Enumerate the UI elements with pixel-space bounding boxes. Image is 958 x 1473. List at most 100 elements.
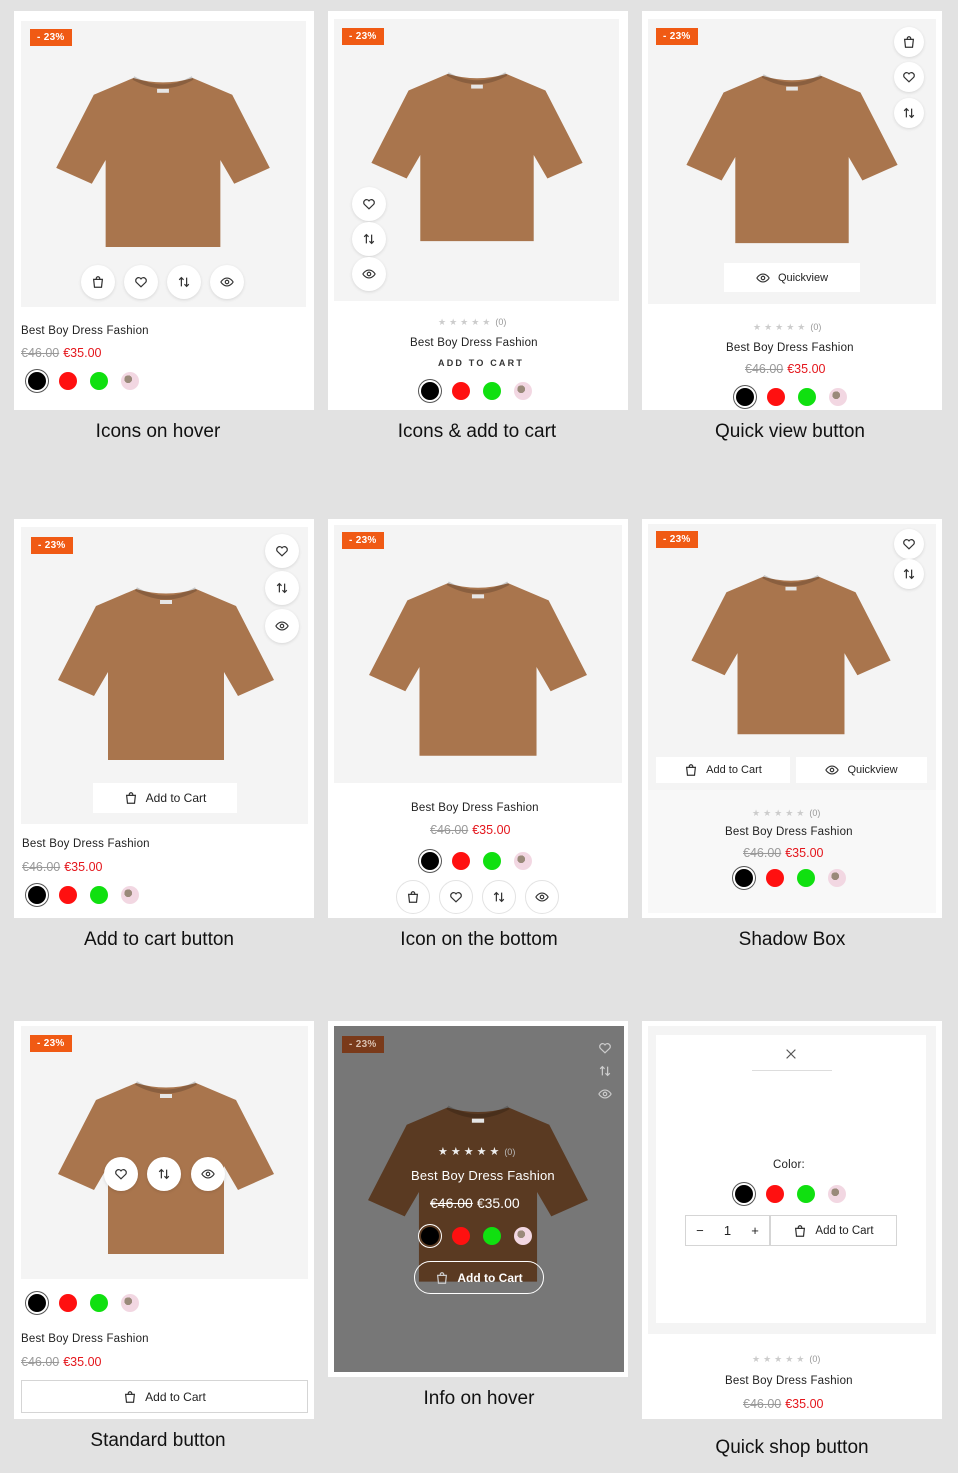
product-name[interactable]: Best Boy Dress Fashion	[411, 1168, 555, 1183]
compare-icon-button[interactable]	[894, 559, 924, 589]
swatch-red[interactable]	[59, 372, 77, 390]
product-name[interactable]: Best Boy Dress Fashion	[726, 342, 854, 354]
product-name[interactable]: Best Boy Dress Fashion	[725, 1375, 853, 1387]
swatch-green[interactable]	[797, 1185, 815, 1203]
compare-icon-button[interactable]	[894, 98, 924, 128]
swatch-green[interactable]	[90, 886, 108, 904]
swatch-red[interactable]	[766, 1185, 784, 1203]
add-to-cart-button[interactable]: Add to Cart	[770, 1215, 897, 1246]
product-card-icon-on-the-bottom[interactable]: - 23% Best Boy Dress Fashion €46.00 €35.0…	[328, 519, 628, 918]
swatch-red[interactable]	[452, 1227, 470, 1245]
swatch-black[interactable]	[28, 1294, 46, 1312]
product-card-icons-on-hover[interactable]: - 23% Best Boy Dress Fashion €46.00 €35.0…	[14, 11, 314, 410]
heart-icon	[114, 1167, 128, 1181]
compare-icon-button[interactable]	[482, 880, 516, 914]
product-card-add-to-cart-button[interactable]: - 23% Add to Cart Best Boy Dress Fashion…	[14, 519, 314, 918]
product-image[interactable]	[367, 576, 589, 762]
wishlist-icon-button[interactable]	[894, 529, 924, 559]
swatch-green[interactable]	[797, 869, 815, 887]
quickview-button[interactable]: Quickview	[796, 757, 927, 783]
swatch-green[interactable]	[483, 852, 501, 870]
product-card-quick-view-button[interactable]: - 23% Quickview ★★★★★ (0) Best Boy Dress …	[642, 11, 942, 410]
swatch-black[interactable]	[28, 372, 46, 390]
swatch-red[interactable]	[767, 388, 785, 406]
product-image[interactable]	[56, 583, 276, 765]
swatch-pattern[interactable]	[121, 372, 139, 390]
compare-icon-button[interactable]	[265, 571, 299, 605]
product-name[interactable]: Best Boy Dress Fashion	[21, 1333, 149, 1345]
product-card-standard-button[interactable]: - 23% Best Boy Dress Fashion €46.00 €35.0…	[14, 1021, 314, 1419]
wishlist-icon-button[interactable]	[894, 62, 924, 92]
product-card-icons-and-add-to-cart[interactable]: - 23% ★★★★★ (0) Best Boy Dress Fashion AD…	[328, 11, 628, 410]
product-image[interactable]	[366, 69, 588, 245]
product-card-quick-shop-button[interactable]: Color: − 1 + Add to Cart ★★★★★ (0) Best B…	[642, 1021, 942, 1419]
product-name[interactable]: Best Boy Dress Fashion	[410, 337, 538, 349]
swatch-red[interactable]	[59, 886, 77, 904]
swatch-pattern[interactable]	[514, 852, 532, 870]
quickview-icon-button[interactable]	[191, 1157, 225, 1191]
add-to-cart-icon-button[interactable]	[396, 880, 430, 914]
swatch-pattern[interactable]	[514, 1227, 532, 1245]
swatch-red[interactable]	[452, 382, 470, 400]
swatch-pattern[interactable]	[121, 886, 139, 904]
swatch-black[interactable]	[736, 388, 754, 406]
add-to-cart-button[interactable]: Add to Cart	[414, 1261, 544, 1294]
quickview-icon-button[interactable]	[210, 265, 244, 299]
compare-icon-button[interactable]	[167, 265, 201, 299]
swatch-red[interactable]	[59, 1294, 77, 1312]
product-image[interactable]	[681, 71, 903, 247]
bag-icon	[435, 1271, 449, 1285]
add-to-cart-button[interactable]: Add to Cart	[93, 783, 237, 813]
product-card-shadow-box[interactable]: - 23% Add to Cart Quickview ★★★★★ (0) Bes…	[642, 519, 942, 918]
wishlist-icon-button[interactable]	[439, 880, 473, 914]
swatch-pattern[interactable]	[121, 1294, 139, 1312]
swatch-black[interactable]	[735, 869, 753, 887]
product-image[interactable]	[54, 73, 272, 251]
quickview-icon-button[interactable]	[525, 880, 559, 914]
swatch-green[interactable]	[483, 382, 501, 400]
eye-icon	[756, 271, 770, 285]
wishlist-icon-button[interactable]	[265, 534, 299, 568]
compare-icon	[177, 275, 191, 289]
wishlist-icon-button[interactable]	[352, 187, 386, 221]
add-to-cart-button[interactable]: Add to Cart	[656, 757, 790, 783]
swatch-black[interactable]	[421, 382, 439, 400]
product-name[interactable]: Best Boy Dress Fashion	[22, 838, 150, 850]
swatch-green[interactable]	[90, 372, 108, 390]
discount-badge: - 23%	[30, 29, 72, 46]
qty-minus-button[interactable]: −	[696, 1223, 704, 1238]
compare-icon-button[interactable]	[352, 222, 386, 256]
quickview-icon-button[interactable]	[352, 257, 386, 291]
swatch-pattern[interactable]	[829, 388, 847, 406]
quickview-icon-button[interactable]	[590, 1079, 620, 1109]
swatch-pattern[interactable]	[514, 382, 532, 400]
compare-icon-button[interactable]	[147, 1157, 181, 1191]
swatch-black[interactable]	[28, 886, 46, 904]
quickview-button[interactable]: Quickview	[724, 263, 860, 292]
product-name[interactable]: Best Boy Dress Fashion	[725, 826, 853, 838]
qty-plus-button[interactable]: +	[751, 1223, 759, 1238]
swatch-black[interactable]	[421, 852, 439, 870]
add-to-cart-link[interactable]: ADD TO CART	[438, 358, 524, 368]
swatch-pattern[interactable]	[828, 1185, 846, 1203]
swatch-green[interactable]	[798, 388, 816, 406]
qty-value[interactable]: 1	[724, 1223, 731, 1238]
swatch-red[interactable]	[452, 852, 470, 870]
wishlist-icon-button[interactable]	[104, 1157, 138, 1191]
product-name[interactable]: Best Boy Dress Fashion	[21, 325, 149, 337]
add-to-cart-icon-button[interactable]	[81, 265, 115, 299]
swatch-green[interactable]	[483, 1227, 501, 1245]
add-to-cart-button[interactable]: Add to Cart	[21, 1380, 308, 1413]
product-card-info-on-hover[interactable]: - 23% ★★★★★ (0) Best Boy Dress Fashion €4…	[328, 1021, 628, 1377]
close-quick-shop-button[interactable]	[776, 1039, 806, 1069]
swatch-black[interactable]	[421, 1227, 439, 1245]
quickview-icon-button[interactable]	[265, 609, 299, 643]
add-to-cart-icon-button[interactable]	[894, 27, 924, 57]
swatch-pattern[interactable]	[828, 869, 846, 887]
product-image[interactable]	[680, 572, 902, 738]
swatch-red[interactable]	[766, 869, 784, 887]
swatch-green[interactable]	[90, 1294, 108, 1312]
swatch-black[interactable]	[735, 1185, 753, 1203]
wishlist-icon-button[interactable]	[124, 265, 158, 299]
product-name[interactable]: Best Boy Dress Fashion	[411, 802, 539, 814]
